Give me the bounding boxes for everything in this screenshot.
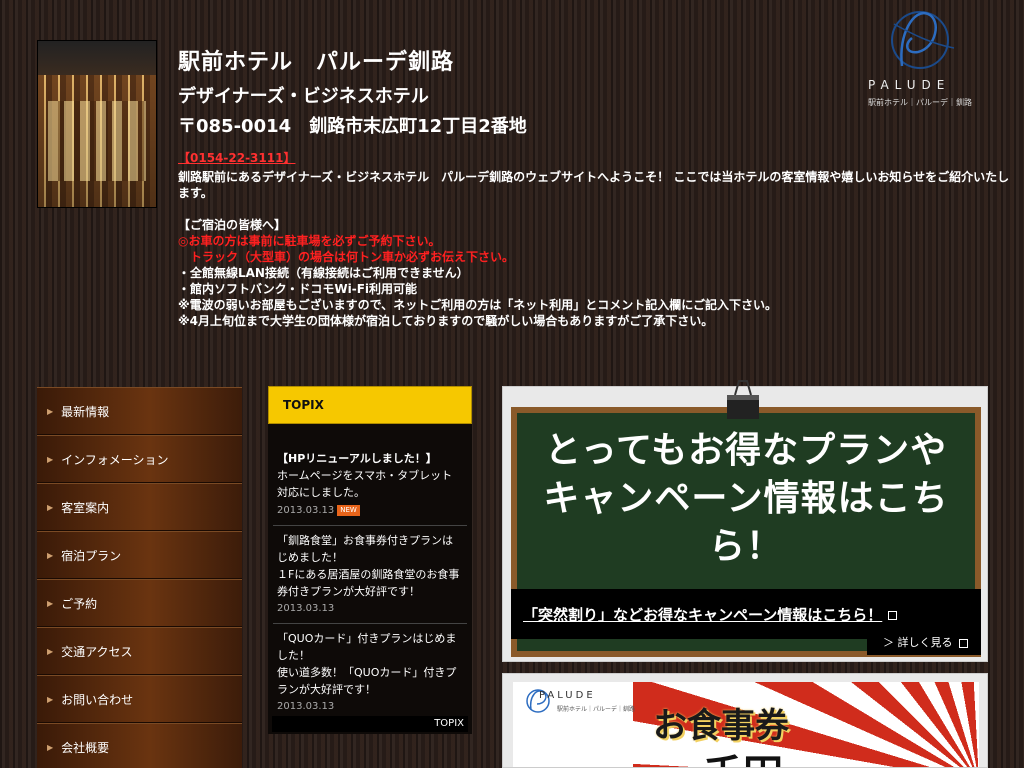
binder-clip-icon [727, 380, 759, 419]
topix-entry[interactable]: 「釧路食堂」お食事券付きプランはじめました！ １Fにある居酒屋の釧路食堂のお食事… [273, 526, 467, 624]
meal-ticket-banner[interactable]: PALUDE 駅前ホテル｜パルーデ｜釧路 お食事券 千円 [502, 673, 988, 768]
arrow-icon: ▶ [47, 550, 54, 560]
topix-entry-date: 2013.03.13 [277, 603, 335, 614]
campaign-banner[interactable]: とってもお得なプランや キャンペーン情報はこちら！ 「突然割り」などお得なキャン… [502, 380, 988, 662]
nav-item-label: 交通アクセス [61, 644, 133, 659]
palude-logo-icon[interactable] [862, 4, 982, 112]
intro-text: 釧路駅前にあるデザイナーズ・ビジネスホテル パルーデ釧路のウェブサイトへようこそ… [178, 170, 1010, 200]
topix-list: 【HPリニューアルしました！】 ホームページをスマホ・タブレット対応にしました。… [268, 444, 472, 721]
topix-entry-title: 【HPリニューアルしました！】 [277, 452, 437, 465]
notice-truck: トラック（大型車）の場合は何トン車か必ずお伝え下さい。 [178, 250, 515, 264]
nav-item-label: お問い合わせ [61, 692, 134, 707]
logo-wordmark: PALUDE [868, 78, 951, 92]
arrow-icon: ▶ [47, 742, 54, 752]
new-badge: NEW [337, 504, 360, 516]
nav-item-label: インフォメーション [61, 452, 169, 467]
hotel-subtitle: デザイナーズ・ビジネスホテル [178, 86, 429, 107]
meal-logo-wordmark: PALUDE [539, 690, 596, 701]
external-link-icon [958, 638, 968, 648]
side-navigation: ▶ 最新情報 ▶ インフォメーション ▶ 客室案内 ▶ 宿泊プラン ▶ ご予約 ▶ 交通アク… [37, 387, 242, 768]
more-details-label: ＞ 詳しく見る [883, 636, 953, 649]
hotel-name: 駅前ホテル パルーデ釧路 [178, 50, 455, 75]
arrow-icon: ▶ [47, 598, 54, 608]
topix-entry-date: 2013.03.13 [277, 505, 335, 516]
nav-item-label: 最新情報 [61, 404, 110, 419]
nav-item-contact[interactable]: ▶ お問い合わせ [37, 675, 242, 723]
nav-item-label: 客室案内 [61, 500, 110, 515]
more-details-button[interactable]: ＞ 詳しく見る [867, 631, 981, 655]
notice-title: 【ご宿泊の皆様へ】 [178, 218, 287, 232]
topix-entry-title: 「釧路食堂」お食事券付きプランはじめました！ [277, 534, 453, 564]
notice-signal: ※電波の弱いお部屋もございますので、ネットご利用の方は「ネット利用」とコメント記… [178, 298, 777, 312]
topix-entry-body: 使い道多数！「QUOカード」付きプランが大好評です！ [277, 666, 457, 696]
nav-item-news[interactable]: ▶ 最新情報 [37, 387, 242, 435]
nav-item-plans[interactable]: ▶ 宿泊プラン [37, 531, 242, 579]
arrow-icon: ▶ [47, 502, 54, 512]
meal-logo-subtext: 駅前ホテル｜パルーデ｜釧路 [557, 706, 636, 713]
notice-students: ※4月上旬位まで大学生の団体様が宿泊しておりますので騒がしい場合もありますがご了… [178, 314, 714, 328]
nav-item-label: 宿泊プラン [61, 548, 122, 563]
hotel-entrance-photo [37, 40, 157, 208]
topix-panel: TOPIX 【HPリニューアルしました！】 ホームページをスマホ・タブレット対応… [268, 386, 472, 734]
chalkboard-line: キャンペーン情報はこちら！ [543, 478, 949, 567]
arrow-icon: ▶ [47, 454, 54, 464]
campaign-link[interactable]: 「突然割り」などお得なキャンペーン情報はこちら！ [523, 604, 898, 625]
nav-item-label: 会社概要 [61, 740, 110, 755]
topix-entry[interactable]: 「QUOカード」付きプランはじめました！ 使い道多数！「QUOカード」付きプラン… [273, 624, 467, 721]
campaign-link-label: 「突然割り」などお得なキャンペーン情報はこちら！ [523, 606, 883, 624]
topix-entry-body: １Fにある居酒屋の釧路食堂のお食事券付きプランが大好評です！ [277, 568, 460, 598]
notice-lan: ・全館無線LAN接続（有線接続はご利用できません） [178, 266, 469, 280]
meal-ticket-title: お食事券 [653, 706, 789, 746]
phone-link[interactable]: 【0154-22-3111】 [178, 149, 295, 166]
topix-entry-title: 「QUOカード」付きプランはじめました！ [277, 632, 457, 662]
nav-item-rooms[interactable]: ▶ 客室案内 [37, 483, 242, 531]
topix-heading: TOPIX [268, 386, 472, 424]
topix-more-link[interactable]: TOPIX [272, 716, 468, 732]
nav-item-information[interactable]: ▶ インフォメーション [37, 435, 242, 483]
chalkboard-line: とってもお得なプランや [544, 430, 948, 471]
notice-wifi: ・館内ソフトバンク・ドコモWi-Fi利用可能 [178, 282, 418, 296]
arrow-icon: ▶ [47, 694, 54, 704]
meal-ticket-amount: 千円 [703, 742, 783, 767]
topix-entry-body: ホームページをスマホ・タブレット対応にしました。 [277, 469, 453, 499]
notice-parking: ◎お車の方は事前に駐車場を必ずご予約下さい。 [178, 234, 441, 248]
guest-notice: 【ご宿泊の皆様へ】 ◎お車の方は事前に駐車場を必ずご予約下さい。 トラック（大型… [178, 217, 1013, 329]
logo-subtext: 駅前ホテル｜パルーデ｜釧路 [868, 98, 972, 107]
chalkboard-text: とってもお得なプランや キャンペーン情報はこちら！ [517, 427, 975, 571]
nav-item-label: ご予約 [61, 596, 98, 611]
external-link-icon [888, 611, 898, 620]
arrow-icon: ▶ [47, 646, 54, 656]
topix-entry-date: 2013.03.13 [277, 701, 335, 712]
topix-entry[interactable]: 【HPリニューアルしました！】 ホームページをスマホ・タブレット対応にしました。… [273, 444, 467, 526]
nav-item-reservation[interactable]: ▶ ご予約 [37, 579, 242, 627]
arrow-icon: ▶ [47, 406, 54, 416]
nav-item-access[interactable]: ▶ 交通アクセス [37, 627, 242, 675]
nav-item-company[interactable]: ▶ 会社概要 [37, 723, 242, 768]
hotel-address: 〒085-0014 釧路市末広町12丁目2番地 [178, 116, 527, 137]
